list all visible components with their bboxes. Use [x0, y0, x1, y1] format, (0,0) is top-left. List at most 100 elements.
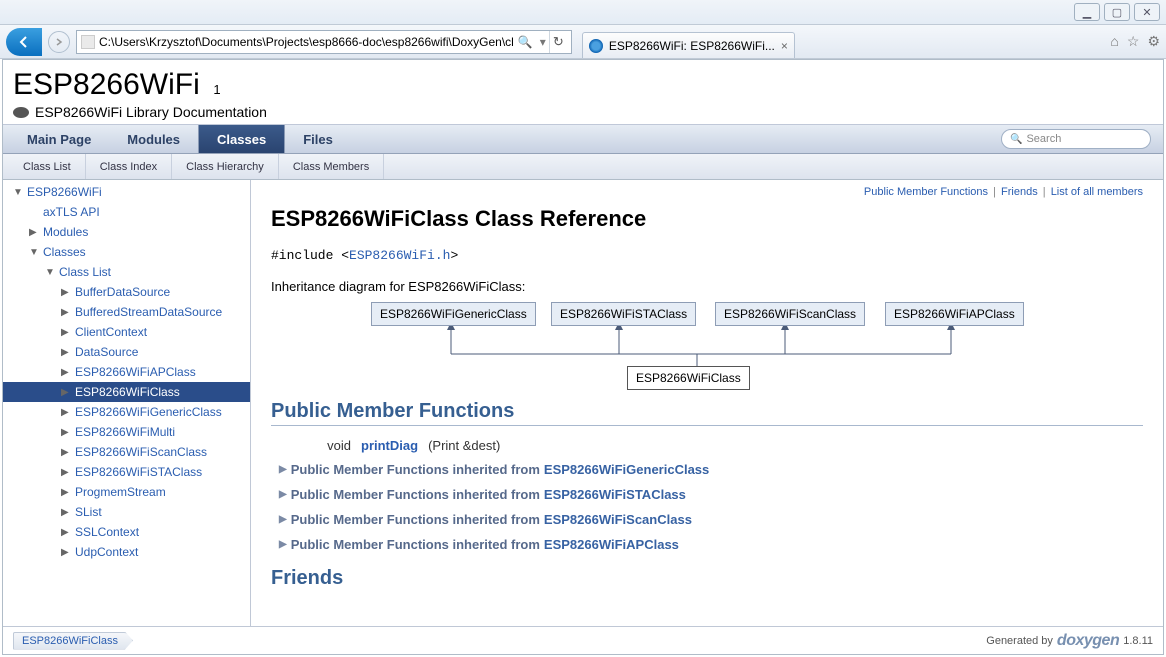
tree-item[interactable]: BufferedStreamDataSource	[3, 302, 250, 322]
tree-item-label: ESP8266WiFiScanClass	[75, 445, 207, 459]
home-icon[interactable]: ⌂	[1110, 33, 1118, 50]
refresh-icon[interactable]: ↻	[549, 31, 567, 53]
nav-tree[interactable]: ESP8266WiFiaxTLS APIModulesClassesClass …	[3, 180, 251, 626]
subtab-class-members[interactable]: Class Members	[279, 154, 384, 179]
search-icon[interactable]: 🔍	[514, 35, 537, 49]
expand-icon[interactable]: ▶	[279, 539, 287, 550]
star-icon[interactable]: ☆	[1127, 33, 1140, 50]
tab-classes[interactable]: Classes	[198, 125, 285, 153]
search-input[interactable]: Search	[1001, 129, 1151, 149]
project-logo	[13, 107, 29, 118]
inherited-section[interactable]: ▶Public Member Functions inherited from …	[271, 482, 1143, 507]
tree-arrow-icon	[61, 387, 71, 398]
tree-item[interactable]: Classes	[3, 242, 250, 262]
tree-item[interactable]: Modules	[3, 222, 250, 242]
tab-title: ESP8266WiFi: ESP8266WiFi...	[609, 39, 775, 53]
member-args: (Print &dest)	[428, 438, 500, 453]
member-name[interactable]: printDiag	[361, 438, 418, 453]
dropdown-icon[interactable]: ▾	[537, 35, 549, 49]
tree-item[interactable]: ESP8266WiFiScanClass	[3, 442, 250, 462]
window-max-button[interactable]: ▢	[1104, 3, 1130, 21]
doxygen-logo[interactable]: doxygen	[1057, 632, 1119, 650]
include-link[interactable]: ESP8266WiFi.h	[349, 248, 450, 263]
main-tabs: Main Page Modules Classes Files Search	[3, 124, 1163, 154]
subtab-class-index[interactable]: Class Index	[86, 154, 172, 179]
inherited-class-link[interactable]: ESP8266WiFiScanClass	[544, 512, 692, 527]
inherited-class-link[interactable]: ESP8266WiFiAPClass	[544, 537, 679, 552]
tree-item[interactable]: SSLContext	[3, 522, 250, 542]
link-all-members[interactable]: List of all members	[1051, 186, 1143, 198]
tree-item[interactable]: ESP8266WiFiSTAClass	[3, 462, 250, 482]
project-version: 1	[213, 82, 220, 97]
tree-item-label: SList	[75, 505, 102, 519]
tree-item[interactable]: UdpContext	[3, 542, 250, 562]
tab-modules[interactable]: Modules	[109, 125, 198, 153]
inherited-class-link[interactable]: ESP8266WiFiGenericClass	[544, 462, 709, 477]
tab-close-icon[interactable]: ×	[781, 39, 788, 53]
subtab-class-list[interactable]: Class List	[9, 154, 86, 179]
tree-item[interactable]: ESP8266WiFi	[3, 182, 250, 202]
tab-files[interactable]: Files	[285, 125, 351, 153]
browser-toolbar: C:\Users\Krzysztof\Documents\Projects\es…	[0, 25, 1166, 59]
project-brief: ESP8266WiFi Library Documentation	[35, 104, 267, 120]
inh-parent-1[interactable]: ESP8266WiFiSTAClass	[551, 302, 696, 326]
inh-parent-2[interactable]: ESP8266WiFiScanClass	[715, 302, 865, 326]
tree-item-label: ESP8266WiFiMulti	[75, 425, 175, 439]
browser-tab[interactable]: ESP8266WiFi: ESP8266WiFi... ×	[582, 32, 795, 58]
sub-tabs: Class List Class Index Class Hierarchy C…	[3, 154, 1163, 180]
expand-icon[interactable]: ▶	[279, 514, 287, 525]
doc-header: ESP8266WiFi 1 ESP8266WiFi Library Docume…	[3, 60, 1163, 124]
tree-item-label: DataSource	[75, 345, 138, 359]
subtab-class-hierarchy[interactable]: Class Hierarchy	[172, 154, 279, 179]
page-content: ESP8266WiFi 1 ESP8266WiFi Library Docume…	[2, 59, 1164, 655]
tree-item[interactable]: ESP8266WiFiClass	[3, 382, 250, 402]
main-pane[interactable]: Public Member Functions | Friends | List…	[251, 180, 1163, 626]
tree-item-label: ClientContext	[75, 325, 147, 339]
url-text: C:\Users\Krzysztof\Documents\Projects\es…	[99, 35, 514, 49]
tree-item[interactable]: ClientContext	[3, 322, 250, 342]
tree-item-label: ProgmemStream	[75, 485, 166, 499]
page-icon	[81, 35, 95, 49]
tree-item[interactable]: ESP8266WiFiGenericClass	[3, 402, 250, 422]
link-friends[interactable]: Friends	[1001, 186, 1038, 198]
window-close-button[interactable]: ✕	[1134, 3, 1160, 21]
link-pub-memb[interactable]: Public Member Functions	[864, 186, 988, 198]
inh-current: ESP8266WiFiClass	[627, 366, 750, 390]
tree-arrow-icon	[61, 327, 71, 338]
expand-icon[interactable]: ▶	[279, 489, 287, 500]
back-button[interactable]	[6, 28, 42, 56]
window-min-button[interactable]: ▁	[1074, 3, 1100, 21]
inherited-class-link[interactable]: ESP8266WiFiSTAClass	[544, 487, 686, 502]
address-bar[interactable]: C:\Users\Krzysztof\Documents\Projects\es…	[76, 30, 572, 54]
tree-arrow-icon	[61, 427, 71, 438]
tree-arrow-icon	[61, 347, 71, 358]
page-title: ESP8266WiFiClass Class Reference	[271, 206, 1143, 232]
generated-by: Generated by	[986, 635, 1053, 647]
tree-arrow-icon	[61, 507, 71, 518]
inh-parent-0[interactable]: ESP8266WiFiGenericClass	[371, 302, 536, 326]
member-row: void printDiag (Print &dest)	[271, 434, 1143, 457]
tree-arrow-icon	[61, 307, 71, 318]
inherited-section[interactable]: ▶Public Member Functions inherited from …	[271, 457, 1143, 482]
section-friends-peek: Friends	[271, 567, 1143, 592]
tree-item-label: SSLContext	[75, 525, 139, 539]
tree-item[interactable]: ESP8266WiFiAPClass	[3, 362, 250, 382]
inherited-section[interactable]: ▶Public Member Functions inherited from …	[271, 532, 1143, 557]
tree-item-label: ESP8266WiFiClass	[75, 385, 180, 399]
tree-item[interactable]: Class List	[3, 262, 250, 282]
inh-parent-3[interactable]: ESP8266WiFiAPClass	[885, 302, 1024, 326]
forward-button[interactable]	[48, 31, 70, 53]
tree-item[interactable]: BufferDataSource	[3, 282, 250, 302]
inherited-section[interactable]: ▶Public Member Functions inherited from …	[271, 507, 1143, 532]
tree-item[interactable]: DataSource	[3, 342, 250, 362]
gear-icon[interactable]: ⚙	[1147, 33, 1160, 50]
breadcrumb[interactable]: ESP8266WiFiClass	[13, 632, 133, 650]
tree-arrow-icon	[13, 187, 23, 198]
tree-item[interactable]: axTLS API	[3, 202, 250, 222]
expand-icon[interactable]: ▶	[279, 464, 287, 475]
tree-item[interactable]: ProgmemStream	[3, 482, 250, 502]
tree-item[interactable]: SList	[3, 502, 250, 522]
inheritance-diagram: ESP8266WiFiGenericClass ESP8266WiFiSTACl…	[271, 300, 1143, 386]
tree-item[interactable]: ESP8266WiFiMulti	[3, 422, 250, 442]
tab-main-page[interactable]: Main Page	[9, 125, 109, 153]
